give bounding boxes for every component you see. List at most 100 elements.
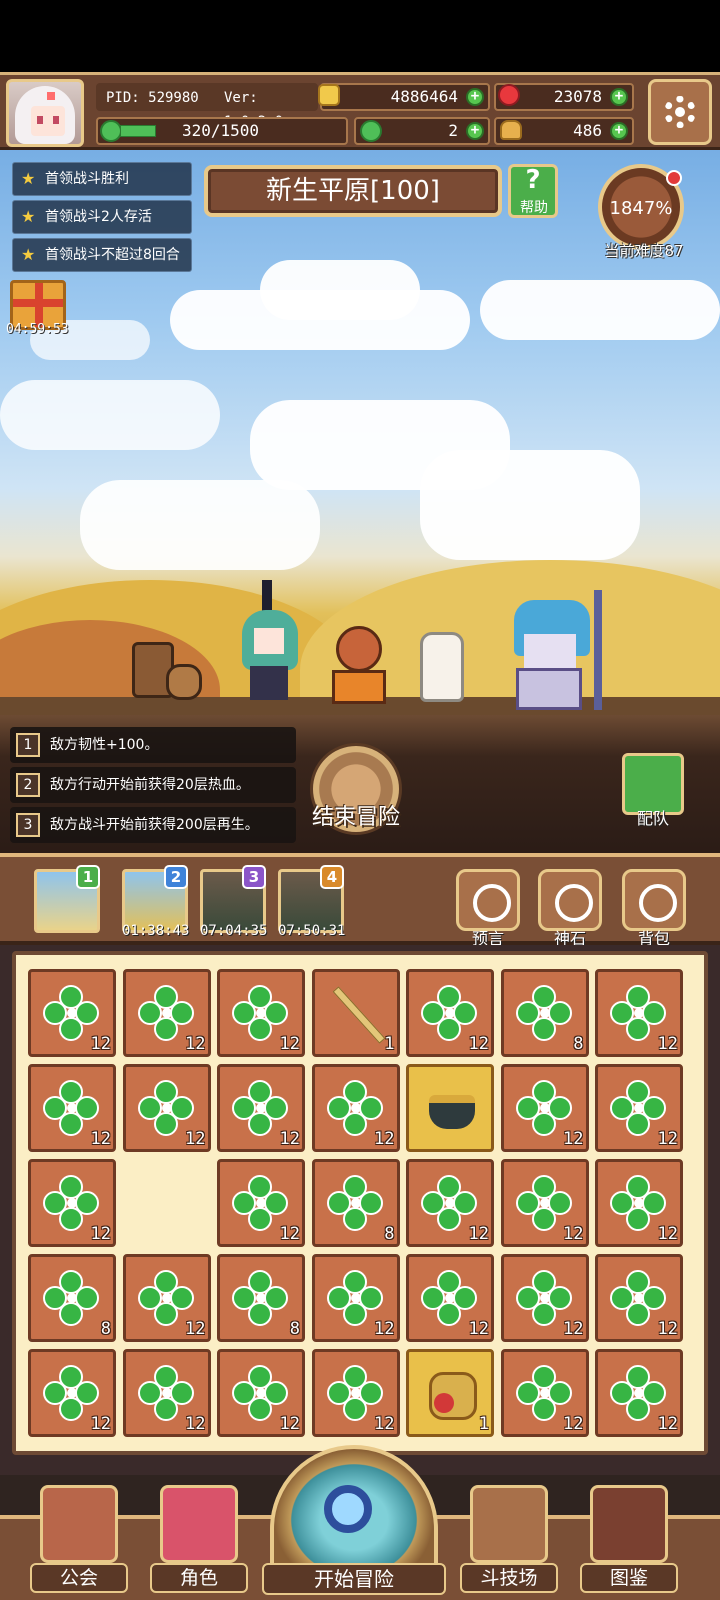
add-gems-button[interactable]: + — [610, 88, 628, 106]
inventory-grid: 12 12 12 1 12 8 12 12 12 12 12 12 12 12 12 8 12 12 12 8 12 8 1… — [12, 951, 708, 1455]
item-quantity: 12 — [657, 1414, 678, 1434]
inventory-slot-clover[interactable]: 12 — [500, 1254, 589, 1342]
item-quantity: 12 — [563, 1224, 584, 1244]
item-quantity: 12 — [90, 1414, 111, 1434]
inventory-slot-clover[interactable]: 12 — [500, 1349, 589, 1437]
white-cat-hero[interactable] — [414, 632, 470, 704]
star-icon: ★ — [21, 207, 36, 226]
item-quantity: 12 — [657, 1224, 678, 1244]
inventory-slot-clover[interactable]: 12 — [500, 1159, 589, 1247]
end-adventure-button[interactable]: 结束冒险 — [302, 743, 412, 843]
nav-codex-label: 图鉴 — [580, 1563, 678, 1593]
inventory-slot-clover[interactable]: 12 — [217, 1159, 305, 1247]
inventory-slot-clover[interactable]: 12 — [28, 1064, 116, 1152]
gold-coin-icon — [318, 84, 340, 106]
inventory-slot-clover[interactable]: 12 — [500, 1064, 589, 1152]
inventory-slot-clover[interactable]: 12 — [217, 969, 305, 1057]
crossed-swords-icon — [470, 1485, 548, 1563]
star-icon: ★ — [21, 169, 36, 188]
item-quantity: 12 — [279, 1224, 300, 1244]
item-quantity: 12 — [374, 1414, 395, 1434]
item-quantity: 8 — [100, 1319, 111, 1339]
inventory-slot-clover[interactable]: 12 — [311, 1254, 400, 1342]
inventory-slot-clover[interactable]: 8 — [311, 1159, 400, 1247]
inventory-slot-clover[interactable]: 12 — [595, 969, 683, 1057]
difficulty-dial[interactable]: 1847% — [598, 164, 684, 250]
inventory-slot-clover[interactable]: 12 — [406, 1254, 494, 1342]
inventory-slot-clover[interactable]: 12 — [595, 1159, 683, 1247]
start-adventure-button[interactable]: 开始冒险 — [262, 1445, 446, 1599]
map-badge-3: 3 — [242, 865, 266, 889]
inventory-slot-clover[interactable]: 12 — [28, 1159, 116, 1247]
add-gold-button[interactable]: + — [466, 88, 484, 106]
nav-arena[interactable]: 斗技场 — [460, 1475, 558, 1599]
prophecy-button[interactable]: 预言 — [452, 869, 524, 948]
ruby-gem-icon — [498, 84, 520, 106]
character-portrait-icon — [160, 1485, 238, 1563]
inventory-slot-clover[interactable]: 12 — [595, 1064, 683, 1152]
player-id: PID: 529980 — [106, 90, 199, 106]
inventory-slot-clover[interactable]: 12 — [217, 1064, 305, 1152]
bread-icon — [500, 120, 522, 140]
inventory-slot-clover[interactable]: 12 — [406, 969, 494, 1057]
bread-box: 486 + — [494, 117, 634, 145]
effect-item: 3 敌方战斗开始前获得200层再生。 — [10, 807, 296, 843]
bag-button[interactable]: 背包 — [618, 869, 690, 948]
item-quantity: 12 — [563, 1414, 584, 1434]
item-quantity: 12 — [185, 1129, 206, 1149]
gift-timer: 04:59:53 — [6, 322, 69, 337]
inventory-slot-clover[interactable]: 12 — [28, 969, 116, 1057]
nav-arena-label: 斗技场 — [460, 1563, 558, 1593]
inventory-slot-clover[interactable]: 8 — [500, 969, 589, 1057]
stage-name[interactable]: 新生平原[100] — [204, 165, 502, 217]
map-badge-2: 2 — [164, 865, 188, 889]
inventory-slot-clover[interactable]: 12 — [311, 1349, 400, 1437]
gold-amount: 4886464 — [390, 87, 458, 106]
inventory-slot-clover[interactable]: 8 — [28, 1254, 116, 1342]
difficulty-percent: 1847% — [609, 198, 673, 219]
lancer-boss[interactable] — [494, 590, 624, 710]
inventory-slot-clover[interactable]: 12 — [122, 1064, 211, 1152]
inventory-slot-clover[interactable]: 12 — [217, 1349, 305, 1437]
barrel-sprite — [132, 642, 204, 704]
map-timer-2: 01:38:43 — [122, 923, 190, 939]
inventory-slot-clover[interactable]: 8 — [217, 1254, 305, 1342]
nav-codex[interactable]: 图鉴 — [580, 1475, 678, 1599]
player-avatar[interactable] — [6, 79, 84, 147]
inventory-slot-clover[interactable]: 12 — [406, 1159, 494, 1247]
help-button[interactable]: ? 帮助 — [508, 164, 558, 218]
item-quantity: 12 — [90, 1224, 111, 1244]
nav-guild[interactable]: 公会 — [30, 1475, 128, 1599]
inventory-slot-clover[interactable]: 12 — [122, 1349, 211, 1437]
map-badge-1: 1 — [76, 865, 100, 889]
add-bread-button[interactable]: + — [610, 122, 628, 140]
stamina-amount: 320/1500 — [182, 121, 260, 140]
player-id-box: PID: 529980 Ver: 1.0.2.0 — [96, 83, 318, 130]
inventory-slot-clover[interactable]: 12 — [311, 1064, 400, 1152]
inventory-slot-stick[interactable]: 1 — [311, 969, 400, 1057]
settings-button[interactable] — [648, 79, 712, 145]
help-label: 帮助 — [520, 200, 548, 216]
inventory-slot-clover[interactable]: 12 — [595, 1254, 683, 1342]
gear-icon — [664, 96, 696, 128]
item-quantity: 12 — [185, 1414, 206, 1434]
inventory-slot-clover[interactable]: 12 — [28, 1349, 116, 1437]
inventory-slot-empty[interactable] — [122, 1159, 211, 1247]
inventory-slot-clover[interactable]: 12 — [122, 969, 211, 1057]
item-quantity: 12 — [374, 1129, 395, 1149]
map-badge-4: 4 — [320, 865, 344, 889]
inventory-slot-pot[interactable] — [406, 1064, 494, 1152]
item-quantity: 12 — [374, 1319, 395, 1339]
stamina-clover-icon — [100, 120, 122, 142]
bunny-girl-hero[interactable] — [234, 580, 304, 700]
map-timer-3: 07:04:35 — [200, 923, 268, 939]
add-clover-button[interactable]: + — [466, 122, 484, 140]
inventory-slot-clover[interactable]: 12 — [122, 1254, 211, 1342]
ginger-doll-hero[interactable] — [318, 626, 408, 706]
team-setup-button[interactable]: 配队 — [618, 753, 688, 828]
inventory-slot-pouch[interactable]: 1 — [406, 1349, 494, 1437]
godstone-button[interactable]: 神石 — [534, 869, 606, 948]
guild-house-icon — [40, 1485, 118, 1563]
inventory-slot-clover[interactable]: 12 — [595, 1349, 683, 1437]
nav-character[interactable]: 角色 — [150, 1475, 248, 1599]
